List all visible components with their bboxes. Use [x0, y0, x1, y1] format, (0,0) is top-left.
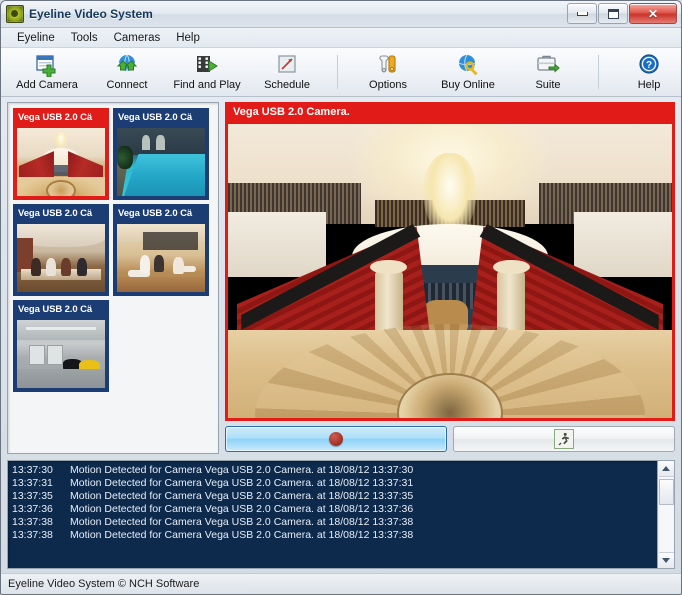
status-bar: Eyeline Video System © NCH Software — [1, 573, 681, 594]
log-row: 13:37:38 Motion Detected for Camera Vega… — [8, 516, 657, 529]
event-log-scrollbar[interactable] — [657, 461, 674, 568]
connect-button[interactable]: Connect — [87, 48, 167, 96]
log-time: 13:37:30 — [12, 464, 70, 477]
find-and-play-button[interactable]: Find and Play — [167, 48, 247, 96]
menu-item-help[interactable]: Help — [168, 30, 208, 46]
options-tools-icon — [374, 53, 402, 77]
camera-thumb-4[interactable]: Vega USB 2.0 Cä — [113, 204, 209, 296]
log-message: Motion Detected for Camera Vega USB 2.0 … — [70, 529, 653, 542]
camera-thumb-4-image — [117, 224, 205, 292]
schedule-label: Schedule — [264, 79, 310, 91]
preview-video-frame[interactable] — [228, 124, 672, 418]
record-button[interactable] — [225, 426, 447, 452]
camera-thumb-1-image — [17, 128, 105, 196]
svg-text:?: ? — [646, 60, 652, 71]
window-title: Eyeline Video System — [29, 7, 153, 21]
suite-label: Suite — [535, 79, 560, 91]
add-camera-label: Add Camera — [16, 79, 78, 91]
add-camera-button[interactable]: Add Camera — [7, 48, 87, 96]
status-bar-text: Eyeline Video System © NCH Software — [8, 578, 199, 590]
running-person-icon — [554, 429, 574, 449]
camera-thumb-3-image — [17, 224, 105, 292]
options-label: Options — [369, 79, 407, 91]
window-controls: ✕ — [567, 3, 677, 24]
log-time: 13:37:31 — [12, 477, 70, 490]
find-and-play-label: Find and Play — [173, 79, 240, 91]
motion-detect-button[interactable] — [453, 426, 675, 452]
app-window: Eyeline Video System ✕ Eyeline Tools Cam… — [0, 0, 682, 595]
suite-button[interactable]: Suite — [508, 48, 588, 96]
camera-thumb-3[interactable]: Vega USB 2.0 Cä — [13, 204, 109, 296]
camera-thumb-5-image — [17, 320, 105, 388]
scroll-up-arrow-icon[interactable] — [659, 461, 674, 477]
eyeline-app-icon — [6, 5, 24, 23]
main-content: Vega USB 2.0 Cä Vega USB 2.0 Cä — [1, 97, 681, 573]
help-label: Help — [638, 79, 661, 91]
schedule-icon — [273, 53, 301, 77]
scroll-down-arrow-icon[interactable] — [659, 552, 674, 568]
log-message: Motion Detected for Camera Vega USB 2.0 … — [70, 464, 653, 477]
event-log[interactable]: 13:37:30 Motion Detected for Camera Vega… — [7, 460, 675, 569]
minimize-button[interactable] — [567, 3, 597, 24]
buy-online-label: Buy Online — [441, 79, 495, 91]
close-button[interactable]: ✕ — [629, 3, 677, 24]
log-time: 13:37:36 — [12, 503, 70, 516]
buy-online-key-icon — [454, 53, 482, 77]
camera-thumb-1-label: Vega USB 2.0 Cä — [15, 110, 107, 128]
preview-box: Vega USB 2.0 Camera. — [225, 102, 675, 421]
options-button[interactable]: Options — [348, 48, 428, 96]
preview-title: Vega USB 2.0 Camera. — [227, 104, 673, 124]
menu-item-cameras[interactable]: Cameras — [106, 30, 169, 46]
event-log-list: 13:37:30 Motion Detected for Camera Vega… — [8, 461, 657, 568]
record-dot-icon — [329, 432, 343, 446]
log-row: 13:37:31 Motion Detected for Camera Vega… — [8, 477, 657, 490]
log-message: Motion Detected for Camera Vega USB 2.0 … — [70, 516, 653, 529]
help-question-icon: ? — [635, 53, 663, 77]
camera-thumb-5[interactable]: Vega USB 2.0 Cä — [13, 300, 109, 392]
log-message: Motion Detected for Camera Vega USB 2.0 … — [70, 503, 653, 516]
toolbar-divider-2 — [598, 55, 599, 89]
add-camera-icon — [33, 53, 61, 77]
help-button[interactable]: ? Help — [609, 48, 682, 96]
preview-area: Vega USB 2.0 Camera. — [225, 102, 675, 454]
title-bar: Eyeline Video System ✕ — [1, 1, 681, 28]
camera-thumb-1[interactable]: Vega USB 2.0 Cä — [13, 108, 109, 200]
camera-thumb-3-label: Vega USB 2.0 Cä — [15, 206, 107, 224]
toolbar: Add Camera Connect — [1, 48, 681, 97]
preview-controls — [225, 426, 675, 454]
toolbar-divider-1 — [337, 55, 338, 89]
camera-thumb-5-label: Vega USB 2.0 Cä — [15, 302, 107, 320]
buy-online-button[interactable]: Buy Online — [428, 48, 508, 96]
connect-label: Connect — [107, 79, 148, 91]
log-row: 13:37:36 Motion Detected for Camera Vega… — [8, 503, 657, 516]
log-time: 13:37:38 — [12, 529, 70, 542]
log-message: Motion Detected for Camera Vega USB 2.0 … — [70, 477, 653, 490]
log-row: 13:37:38 Motion Detected for Camera Vega… — [8, 529, 657, 542]
log-time: 13:37:38 — [12, 516, 70, 529]
camera-thumb-2[interactable]: Vega USB 2.0 Cä — [113, 108, 209, 200]
camera-list[interactable]: Vega USB 2.0 Cä Vega USB 2.0 Cä — [7, 102, 219, 454]
schedule-button[interactable]: Schedule — [247, 48, 327, 96]
log-row: 13:37:35 Motion Detected for Camera Vega… — [8, 490, 657, 503]
camera-thumb-4-label: Vega USB 2.0 Cä — [115, 206, 207, 224]
scrollbar-track[interactable] — [659, 477, 674, 552]
log-time: 13:37:35 — [12, 490, 70, 503]
camera-thumb-2-image — [117, 128, 205, 196]
maximize-button[interactable] — [598, 3, 628, 24]
menu-item-tools[interactable]: Tools — [63, 30, 106, 46]
suite-briefcase-icon — [534, 53, 562, 77]
upper-area: Vega USB 2.0 Cä Vega USB 2.0 Cä — [7, 102, 675, 454]
log-row: 13:37:30 Motion Detected for Camera Vega… — [8, 464, 657, 477]
film-play-icon — [193, 53, 221, 77]
menu-bar: Eyeline Tools Cameras Help — [1, 28, 681, 48]
connect-globe-icon — [113, 53, 141, 77]
scrollbar-thumb[interactable] — [659, 479, 674, 505]
log-message: Motion Detected for Camera Vega USB 2.0 … — [70, 490, 653, 503]
menu-item-eyeline[interactable]: Eyeline — [9, 30, 63, 46]
camera-thumb-2-label: Vega USB 2.0 Cä — [115, 110, 207, 128]
